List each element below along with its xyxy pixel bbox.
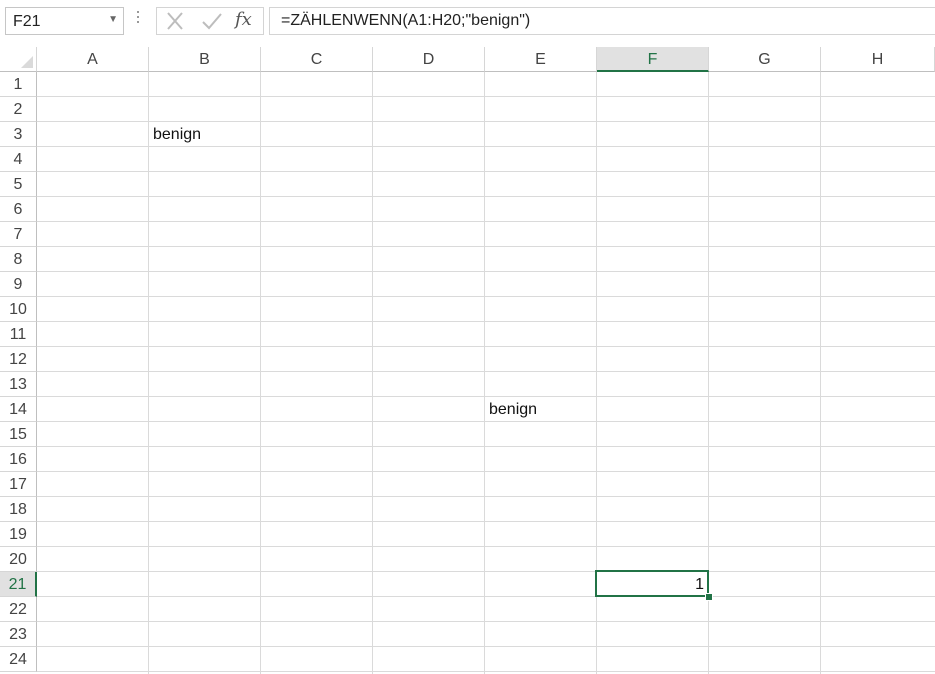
gridline-vertical (484, 72, 485, 674)
gridline-horizontal (37, 646, 935, 647)
gridline-vertical (820, 72, 821, 674)
row-header-20[interactable]: 20 (0, 547, 37, 572)
gridline-horizontal (37, 171, 935, 172)
gridline-horizontal (37, 296, 935, 297)
row-header-7[interactable]: 7 (0, 222, 37, 247)
gridline-horizontal (37, 596, 935, 597)
row-header-2[interactable]: 2 (0, 97, 37, 122)
row-header-21[interactable]: 21 (0, 572, 37, 597)
column-header-e[interactable]: E (485, 47, 597, 72)
gridline-horizontal (37, 146, 935, 147)
row-header-23[interactable]: 23 (0, 622, 37, 647)
chevron-down-icon[interactable]: ▼ (108, 14, 118, 25)
gridline-horizontal (37, 346, 935, 347)
gridline-horizontal (37, 671, 935, 672)
row-header-19[interactable]: 19 (0, 522, 37, 547)
gridline-horizontal (37, 421, 935, 422)
gridline-horizontal (37, 96, 935, 97)
column-header-d[interactable]: D (373, 47, 485, 72)
cell-grid[interactable]: benign benign 1 (37, 72, 935, 674)
gridline-horizontal (37, 571, 935, 572)
gridline-horizontal (37, 221, 935, 222)
column-header-g[interactable]: G (709, 47, 821, 72)
gridline-horizontal (37, 546, 935, 547)
column-header-c[interactable]: C (261, 47, 373, 72)
name-box-value: F21 (13, 13, 41, 30)
column-header-b[interactable]: B (149, 47, 261, 72)
row-header-4[interactable]: 4 (0, 147, 37, 172)
row-header-24[interactable]: 24 (0, 647, 37, 672)
row-header-9[interactable]: 9 (0, 272, 37, 297)
row-header-14[interactable]: 14 (0, 397, 37, 422)
gridline-horizontal (37, 446, 935, 447)
cell-f21[interactable]: 1 (597, 572, 708, 596)
cell-b3[interactable]: benign (149, 122, 260, 146)
gridline-horizontal (37, 271, 935, 272)
worksheet: ABCDEFGH 1 2 3 4 5 6 7 8 9 10 11 12 13 14 15 16 17 18 19 20… (0, 47, 935, 674)
checkmark-icon[interactable] (200, 11, 224, 31)
row-header-6[interactable]: 6 (0, 197, 37, 222)
formula-input[interactable]: =ZÄHLENWENN(A1:H20;"benign") (269, 7, 935, 35)
gridline-vertical (372, 72, 373, 674)
row-header-1[interactable]: 1 (0, 72, 37, 97)
row-header-16[interactable]: 16 (0, 447, 37, 472)
insert-function-icon[interactable]: fx (235, 9, 252, 30)
column-header-a[interactable]: A (37, 47, 149, 72)
row-header-11[interactable]: 11 (0, 322, 37, 347)
formula-buttons: fx (156, 7, 264, 35)
drag-handle-icon[interactable] (136, 11, 140, 31)
select-all-button[interactable] (0, 47, 37, 72)
formula-bar-area: F21 ▼ fx =ZÄHLENWENN(A1:H20;"benign") (0, 0, 935, 47)
gridline-horizontal (37, 246, 935, 247)
cancel-x-icon[interactable] (163, 11, 187, 31)
formula-text: =ZÄHLENWENN(A1:H20;"benign") (281, 12, 531, 29)
gridline-horizontal (37, 496, 935, 497)
gridline-horizontal (37, 196, 935, 197)
row-header-22[interactable]: 22 (0, 597, 37, 622)
column-header-f[interactable]: F (597, 47, 709, 72)
name-box[interactable]: F21 ▼ (5, 7, 124, 35)
row-header-15[interactable]: 15 (0, 422, 37, 447)
row-header-12[interactable]: 12 (0, 347, 37, 372)
gridline-horizontal (37, 321, 935, 322)
gridline-horizontal (37, 371, 935, 372)
row-header-17[interactable]: 17 (0, 472, 37, 497)
gridline-horizontal (37, 521, 935, 522)
cell-e14[interactable]: benign (485, 397, 596, 421)
row-header-10[interactable]: 10 (0, 297, 37, 322)
gridline-vertical (260, 72, 261, 674)
gridline-horizontal (37, 471, 935, 472)
row-header-5[interactable]: 5 (0, 172, 37, 197)
row-header-3[interactable]: 3 (0, 122, 37, 147)
row-header-13[interactable]: 13 (0, 372, 37, 397)
row-header-18[interactable]: 18 (0, 497, 37, 522)
select-all-triangle-icon (21, 56, 33, 68)
column-header-h[interactable]: H (821, 47, 935, 72)
row-header-8[interactable]: 8 (0, 247, 37, 272)
gridline-horizontal (37, 621, 935, 622)
gridline-vertical (148, 72, 149, 674)
